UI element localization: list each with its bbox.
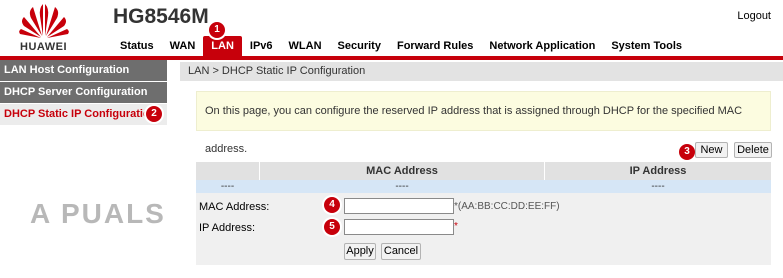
table-row[interactable]: ---- ---- ----: [196, 180, 771, 193]
huawei-logo-icon: [19, 4, 69, 38]
nav-system-tools[interactable]: System Tools: [603, 36, 690, 56]
delete-button[interactable]: Delete: [734, 142, 772, 158]
table-cell-mac: ----: [395, 181, 409, 192]
column-header-ip-address: IP Address: [629, 165, 687, 177]
info-message: On this page, you can configure the rese…: [196, 91, 771, 155]
table-cell-select: ----: [220, 181, 235, 192]
nav-status[interactable]: Status: [112, 36, 162, 56]
nav-network-application[interactable]: Network Application: [481, 36, 603, 56]
header: HUAWEI HG8546M Logout Status WAN LAN IPv…: [0, 0, 783, 58]
sidebar: LAN Host Configuration DHCP Server Confi…: [0, 60, 167, 278]
annotation-badge-2: 2: [146, 106, 162, 122]
mac-address-label: MAC Address:: [199, 201, 270, 213]
new-button[interactable]: New: [695, 142, 728, 158]
nav-wlan[interactable]: WLAN: [281, 36, 330, 56]
nav-ipv6[interactable]: IPv6: [242, 36, 281, 56]
brand-name: HUAWEI: [20, 41, 67, 53]
ip-address-label: IP Address:: [199, 222, 256, 234]
annotation-badge-1: 1: [209, 22, 225, 38]
annotation-badge-4: 4: [324, 197, 340, 213]
ip-address-required-mark: *: [454, 221, 458, 232]
static-ip-form: MAC Address: *(AA:BB:CC:DD:EE:FF) IP Add…: [196, 193, 771, 265]
mac-address-format-hint: *(AA:BB:CC:DD:EE:FF): [454, 201, 560, 212]
nav-security[interactable]: Security: [330, 36, 389, 56]
nav-lan[interactable]: LAN: [203, 36, 242, 56]
breadcrumb: LAN > DHCP Static IP Configuration: [180, 62, 783, 81]
nav-forward-rules[interactable]: Forward Rules: [389, 36, 481, 56]
sidebar-item-lan-host-configuration[interactable]: LAN Host Configuration: [0, 60, 167, 81]
ip-address-input[interactable]: [344, 219, 454, 235]
watermark: A PUALS: [30, 198, 166, 229]
sidebar-item-dhcp-static-ip-configuration[interactable]: DHCP Static IP Configuration: [0, 104, 167, 125]
column-header-mac-address: MAC Address: [366, 165, 438, 177]
table-header: MAC Address IP Address: [196, 162, 771, 180]
annotation-badge-3: 3: [679, 144, 695, 160]
table-cell-ip: ----: [651, 181, 665, 192]
column-header-select: [196, 162, 259, 180]
logout-link[interactable]: Logout: [737, 10, 771, 22]
device-model: HG8546M: [113, 5, 209, 28]
main-nav: Status WAN LAN IPv6 WLAN Security Forwar…: [112, 36, 690, 56]
sidebar-item-dhcp-server-configuration[interactable]: DHCP Server Configuration: [0, 82, 167, 103]
apply-button[interactable]: Apply: [344, 243, 376, 260]
cancel-button[interactable]: Cancel: [381, 243, 421, 260]
mac-address-input[interactable]: [344, 198, 454, 214]
nav-wan[interactable]: WAN: [162, 36, 204, 56]
annotation-badge-5: 5: [324, 219, 340, 235]
